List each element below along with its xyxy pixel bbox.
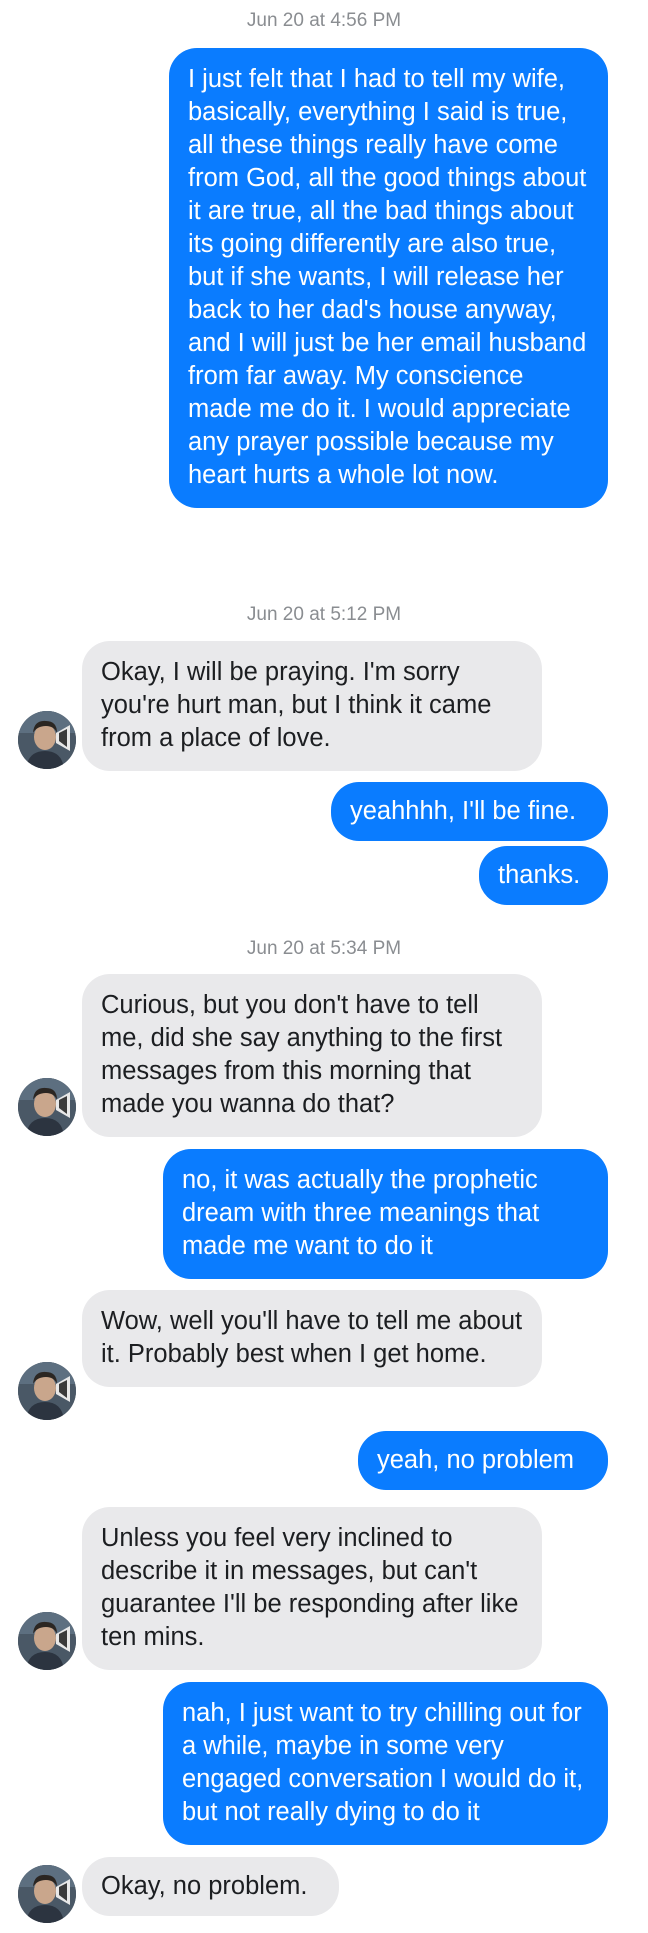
contact-avatar[interactable] bbox=[18, 1362, 76, 1420]
avatar-photo-icon bbox=[18, 1078, 76, 1136]
message-bubble-received[interactable]: Unless you feel very inclined to describ… bbox=[82, 1507, 542, 1670]
message-bubble-received[interactable]: Curious, but you don't have to tell me, … bbox=[82, 974, 542, 1137]
timestamp: Jun 20 at 4:56 PM bbox=[246, 10, 402, 31]
timestamp: Jun 20 at 5:12 PM bbox=[246, 604, 402, 625]
message-bubble-sent[interactable]: I just felt that I had to tell my wife, … bbox=[169, 48, 608, 508]
avatar-photo-icon bbox=[18, 711, 76, 769]
message-bubble-sent[interactable]: nah, I just want to try chilling out for… bbox=[163, 1682, 608, 1845]
avatar-photo-icon bbox=[18, 1362, 76, 1420]
message-bubble-received[interactable]: Okay, I will be praying. I'm sorry you'r… bbox=[82, 641, 542, 771]
contact-avatar[interactable] bbox=[18, 711, 76, 769]
contact-avatar[interactable] bbox=[18, 1865, 76, 1923]
message-bubble-received[interactable]: Wow, well you'll have to tell me about i… bbox=[82, 1290, 542, 1387]
message-bubble-received[interactable]: Okay, no problem. bbox=[82, 1857, 339, 1916]
timestamp: Jun 20 at 5:34 PM bbox=[246, 938, 402, 959]
message-bubble-sent[interactable]: thanks. bbox=[479, 846, 608, 905]
message-bubble-sent[interactable]: yeah, no problem bbox=[358, 1431, 608, 1490]
contact-avatar[interactable] bbox=[18, 1078, 76, 1136]
message-thread: Jun 20 at 4:56 PM I just felt that I had… bbox=[0, 0, 648, 1933]
message-bubble-sent[interactable]: no, it was actually the prophetic dream … bbox=[163, 1149, 608, 1279]
contact-avatar[interactable] bbox=[18, 1612, 76, 1670]
message-bubble-sent[interactable]: yeahhhh, I'll be fine. bbox=[331, 782, 608, 841]
avatar-photo-icon bbox=[18, 1865, 76, 1923]
avatar-photo-icon bbox=[18, 1612, 76, 1670]
